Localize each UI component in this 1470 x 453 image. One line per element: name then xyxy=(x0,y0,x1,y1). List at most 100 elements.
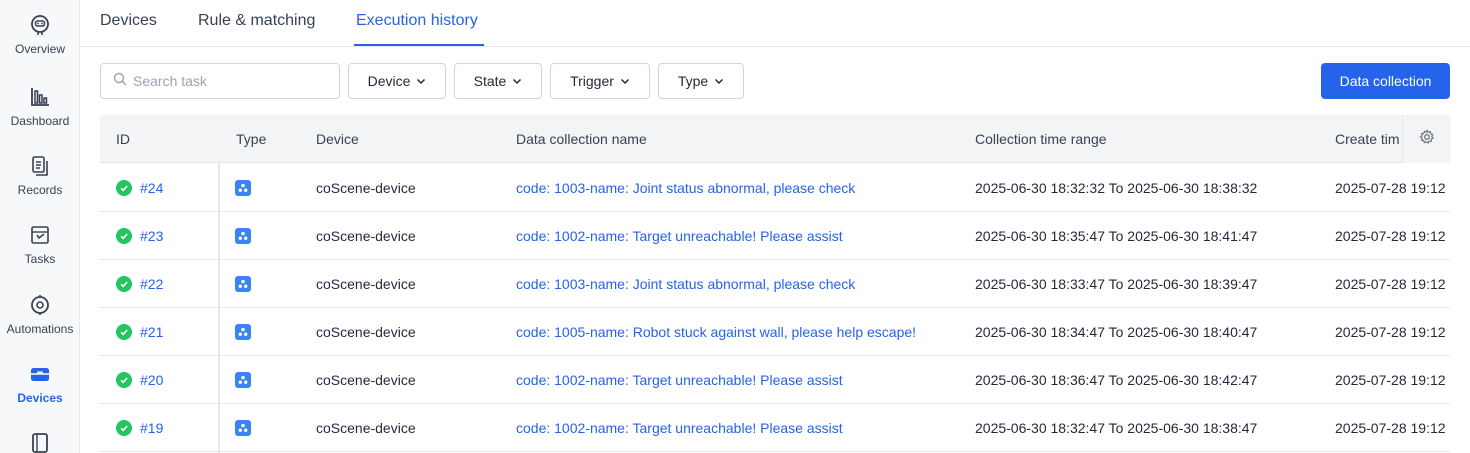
type-filter[interactable]: Type xyxy=(658,63,744,99)
sidebar-item-overview[interactable]: Overview xyxy=(0,14,80,56)
device-box-icon xyxy=(29,363,51,385)
device-cell: coScene-device xyxy=(316,372,416,388)
tab-execution-history[interactable]: Execution history xyxy=(356,12,478,30)
time-range-cell: 2025-06-30 18:32:32 To 2025-06-30 18:38:… xyxy=(975,180,1258,196)
column-header-device[interactable]: Device xyxy=(316,131,359,147)
gear-icon xyxy=(1418,128,1435,150)
success-status-icon xyxy=(116,276,132,292)
sidebar-item-devices[interactable]: Devices xyxy=(0,363,80,405)
create-time-cell: 2025-07-28 19:12 xyxy=(1335,372,1446,388)
documents-icon xyxy=(29,155,51,177)
automation-gear-icon xyxy=(29,294,51,316)
bar-chart-icon xyxy=(29,86,51,108)
column-settings-button[interactable] xyxy=(1402,115,1450,163)
search-input[interactable] xyxy=(133,73,323,89)
device-group-icon xyxy=(235,420,251,436)
data-collection-button[interactable]: Data collection xyxy=(1321,63,1450,99)
table-row[interactable]: #20 coScene-device code: 1002-name: Targ… xyxy=(100,356,1450,404)
task-id-link[interactable]: #24 xyxy=(140,180,163,196)
device-cell: coScene-device xyxy=(316,276,416,292)
sidebar-item-label: Records xyxy=(17,183,63,197)
device-group-icon xyxy=(235,276,251,292)
trigger-filter[interactable]: Trigger xyxy=(550,63,650,99)
search-box[interactable] xyxy=(100,63,340,99)
search-icon xyxy=(113,72,127,91)
active-tab-indicator xyxy=(354,44,484,46)
sidebar-item-records[interactable]: Records xyxy=(0,155,80,197)
success-status-icon xyxy=(116,228,132,244)
task-id-link[interactable]: #20 xyxy=(140,372,163,388)
table-row[interactable]: #21 coScene-device code: 1005-name: Robo… xyxy=(100,308,1450,356)
filter-label: State xyxy=(473,73,507,89)
sidebar-item-label: Tasks xyxy=(24,252,56,266)
chevron-down-icon xyxy=(620,76,630,86)
sidebar-item-label: Devices xyxy=(17,391,63,405)
time-range-cell: 2025-06-30 18:32:47 To 2025-06-30 18:38:… xyxy=(975,420,1258,436)
robot-face-icon xyxy=(29,14,51,36)
task-id-link[interactable]: #19 xyxy=(140,420,163,436)
collection-name-link[interactable]: code: 1003-name: Joint status abnormal, … xyxy=(516,276,855,292)
device-group-icon xyxy=(235,228,251,244)
time-range-cell: 2025-06-30 18:34:47 To 2025-06-30 18:40:… xyxy=(975,324,1258,340)
task-id-link[interactable]: #21 xyxy=(140,324,163,340)
device-filter[interactable]: Device xyxy=(348,63,446,99)
collection-name-link[interactable]: code: 1003-name: Joint status abnormal, … xyxy=(516,180,855,196)
task-flag-icon xyxy=(29,224,51,246)
table-row[interactable]: #22 coScene-device code: 1003-name: Join… xyxy=(100,260,1450,308)
sidebar-item-automations[interactable]: Automations xyxy=(0,294,80,336)
device-group-icon xyxy=(235,324,251,340)
task-id-link[interactable]: #23 xyxy=(140,228,163,244)
app-root: Overview Dashboard Records Tasks Automat… xyxy=(0,0,1470,453)
device-cell: coScene-device xyxy=(316,420,416,436)
sidebar-item-label: Dashboard xyxy=(10,114,70,128)
collection-name-link[interactable]: code: 1002-name: Target unreachable! Ple… xyxy=(516,228,843,244)
device-group-icon xyxy=(235,372,251,388)
success-status-icon xyxy=(116,324,132,340)
chevron-down-icon xyxy=(714,76,724,86)
sidebar-item-dashboard[interactable]: Dashboard xyxy=(0,86,80,128)
table-header: ID Type Device Data collection name Coll… xyxy=(100,115,1450,163)
create-time-cell: 2025-07-28 19:12 xyxy=(1335,276,1446,292)
column-header-id[interactable]: ID xyxy=(116,131,130,147)
chevron-down-icon xyxy=(416,76,426,86)
column-header-time-range[interactable]: Collection time range xyxy=(975,131,1107,147)
tab-devices[interactable]: Devices xyxy=(100,12,157,30)
book-icon xyxy=(29,432,51,453)
sidebar-item-tasks[interactable]: Tasks xyxy=(0,224,80,266)
chevron-down-icon xyxy=(512,76,522,86)
task-id-link[interactable]: #22 xyxy=(140,276,163,292)
collection-name-link[interactable]: code: 1002-name: Target unreachable! Ple… xyxy=(516,372,843,388)
time-range-cell: 2025-06-30 18:36:47 To 2025-06-30 18:42:… xyxy=(975,372,1258,388)
success-status-icon xyxy=(116,372,132,388)
column-header-create-time[interactable]: Create tim xyxy=(1335,131,1400,147)
table-row[interactable]: #24 coScene-device code: 1003-name: Join… xyxy=(100,164,1450,212)
create-time-cell: 2025-07-28 19:12 xyxy=(1335,180,1446,196)
sidebar-item-label: Overview xyxy=(14,42,65,56)
execution-history-table: ID Type Device Data collection name Coll… xyxy=(100,115,1450,453)
state-filter[interactable]: State xyxy=(454,63,542,99)
table-row[interactable]: #23 coScene-device code: 1002-name: Targ… xyxy=(100,212,1450,260)
sidebar-item-docs[interactable] xyxy=(0,432,80,453)
device-cell: coScene-device xyxy=(316,228,416,244)
create-time-cell: 2025-07-28 19:12 xyxy=(1335,324,1446,340)
create-time-cell: 2025-07-28 19:12 xyxy=(1335,420,1446,436)
collection-name-link[interactable]: code: 1005-name: Robot stuck against wal… xyxy=(516,324,916,340)
time-range-cell: 2025-06-30 18:35:47 To 2025-06-30 18:41:… xyxy=(975,228,1258,244)
create-time-cell: 2025-07-28 19:12 xyxy=(1335,228,1446,244)
device-cell: coScene-device xyxy=(316,180,416,196)
column-header-type[interactable]: Type xyxy=(236,131,266,147)
table-row[interactable]: #19 coScene-device code: 1002-name: Targ… xyxy=(100,404,1450,452)
filter-label: Device xyxy=(367,73,411,89)
filter-label: Type xyxy=(677,73,709,89)
sidebar-item-label: Automations xyxy=(6,322,74,336)
tab-bar: Devices Rule & matching Execution histor… xyxy=(80,0,1470,47)
tab-rule-matching[interactable]: Rule & matching xyxy=(198,12,315,30)
device-group-icon xyxy=(235,180,251,196)
time-range-cell: 2025-06-30 18:33:47 To 2025-06-30 18:39:… xyxy=(975,276,1258,292)
device-cell: coScene-device xyxy=(316,324,416,340)
column-header-name[interactable]: Data collection name xyxy=(516,131,647,147)
success-status-icon xyxy=(116,180,132,196)
filter-label: Trigger xyxy=(570,73,614,89)
collection-name-link[interactable]: code: 1002-name: Target unreachable! Ple… xyxy=(516,420,843,436)
sidebar: Overview Dashboard Records Tasks Automat… xyxy=(0,0,80,453)
